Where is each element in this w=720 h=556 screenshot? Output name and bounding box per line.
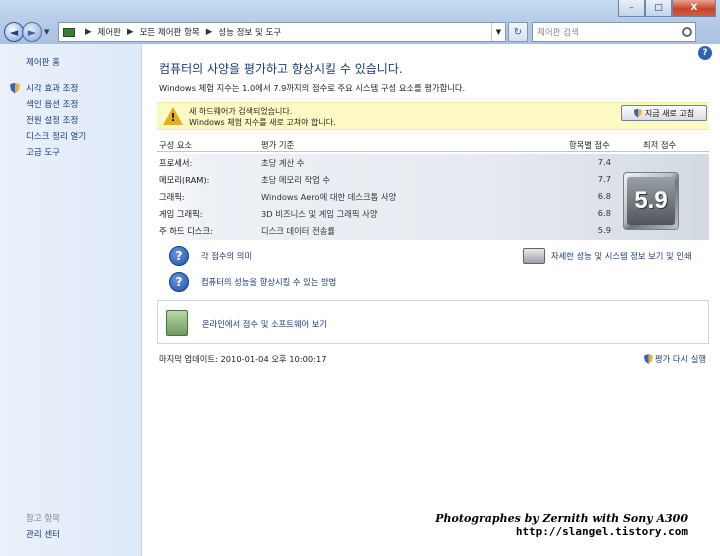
header-base-score: 최저 점수	[643, 140, 677, 150]
help-button[interactable]: ?	[698, 46, 712, 60]
uac-shield-icon	[10, 82, 20, 94]
address-bar[interactable]: ▶ 제어판 ▶ 모든 제어판 항목 ▶ 성능 정보 및 도구 ▼	[58, 22, 506, 42]
rerun-label: 평가 다시 실행	[654, 354, 706, 364]
uac-shield-icon	[633, 108, 642, 118]
subscore-value: 5.9	[597, 225, 611, 235]
help-question-icon: ?	[169, 246, 189, 266]
forward-button[interactable]: ►	[22, 22, 42, 42]
online-software-link[interactable]: 온라인에서 점수 및 소프트웨어 보기	[202, 318, 327, 330]
watermark-credit: Photographes by Zernith with Sony A300	[435, 512, 688, 525]
control-panel-icon	[63, 27, 75, 37]
improve-performance-link[interactable]: 컴퓨터의 성능을 향상시킬 수 있는 방법	[201, 276, 336, 288]
alert-message-2: Windows 체험 지수를 새로 고쳐야 합니다.	[189, 118, 336, 127]
criteria-text: Windows Aero에 대한 데스크톱 사양	[261, 192, 397, 202]
help-question-icon: ?	[169, 272, 189, 292]
forward-arrow-icon: ►	[27, 25, 37, 39]
address-dropdown-icon[interactable]: ▼	[491, 23, 505, 41]
header-criteria: 평가 기준	[261, 140, 295, 150]
photo-watermark: Photographes by Zernith with Sony A300 h…	[435, 512, 688, 538]
component-name: 그래픽:	[159, 192, 185, 202]
recent-pages-dropdown[interactable]: ▼	[44, 28, 54, 36]
back-arrow-icon: ◄	[9, 25, 19, 39]
breadcrumb-performance[interactable]: 성능 정보 및 도구	[218, 26, 281, 38]
alert-message-1: 새 하드웨어가 검색되었습니다.	[189, 107, 293, 116]
improve-performance-row[interactable]: ? 컴퓨터의 성능을 향상시킬 수 있는 방법	[169, 272, 336, 292]
criteria-text: 3D 비즈니스 및 게임 그래픽 사양	[261, 209, 378, 219]
page-description: Windows 체험 지수는 1.0에서 7.9까지의 점수로 주요 시스템 구…	[159, 83, 466, 93]
sidebar-item-power[interactable]: 전원 설정 조정	[10, 112, 86, 128]
breadcrumb-all-items[interactable]: 모든 제어판 항목	[140, 26, 200, 38]
subscore-value: 6.8	[597, 208, 611, 218]
sidebar-item-label: 디스크 정리 열기	[26, 132, 87, 142]
score-meaning-link[interactable]: 각 점수의 의미	[201, 250, 252, 262]
back-button[interactable]: ◄	[4, 22, 24, 42]
maximize-button[interactable]: □	[645, 0, 672, 17]
table-row: 프로세서: 초당 계산 수 7.4	[157, 154, 709, 171]
online-software-box[interactable]: 온라인에서 점수 및 소프트웨어 보기	[157, 300, 709, 344]
subscore-value: 6.8	[597, 191, 611, 201]
search-input[interactable]: 제어판 검색	[532, 22, 696, 42]
refresh-now-button[interactable]: 지금 새로 고침	[621, 105, 707, 121]
breadcrumb-separator[interactable]: ▶	[85, 27, 92, 37]
sidebar-item-indexing[interactable]: 색인 옵션 조정	[10, 96, 86, 112]
software-box-icon	[166, 310, 188, 336]
breadcrumb-control-panel[interactable]: 제어판	[98, 26, 121, 38]
warning-icon: !	[163, 107, 183, 125]
last-update-text: 마지막 업데이트: 2010-01-04 오후 10:00:17	[159, 354, 327, 364]
sidebar-item-visual-effects[interactable]: 시각 효과 조정	[10, 80, 86, 96]
search-icon	[682, 27, 692, 37]
control-panel-home-link[interactable]: 제어판 홈	[26, 56, 60, 68]
minimize-button[interactable]: –	[618, 0, 645, 17]
base-score-badge: 5.9	[623, 172, 679, 230]
window-controls: – □ X	[618, 0, 716, 17]
uac-shield-icon	[643, 354, 653, 364]
page-title: 컴퓨터의 사양을 평가하고 향상시킬 수 있습니다.	[159, 62, 403, 76]
criteria-text: 초당 메모리 작업 수	[261, 175, 330, 185]
sidebar-item-label: 고급 도구	[26, 148, 60, 158]
header-component: 구성 요소	[159, 140, 193, 150]
search-placeholder: 제어판 검색	[537, 28, 579, 38]
refresh-now-label: 지금 새로 고침	[644, 108, 695, 118]
score-meaning-row[interactable]: ? 각 점수의 의미	[169, 246, 252, 266]
component-name: 게임 그래픽:	[159, 209, 203, 219]
sidebar-item-advanced-tools[interactable]: 고급 도구	[10, 144, 86, 160]
refresh-button[interactable]: ↻	[508, 22, 528, 42]
sidebar-links: 시각 효과 조정 색인 옵션 조정 전원 설정 조정 디스크 정리 열기 고급 …	[10, 80, 86, 160]
subscore-value: 7.7	[597, 174, 611, 184]
breadcrumb-separator[interactable]: ▶	[127, 27, 134, 37]
navigation-bar: ◄ ► ▼ ▶ 제어판 ▶ 모든 제어판 항목 ▶ 성능 정보 및 도구 ▼ ↻…	[4, 20, 716, 44]
close-button[interactable]: X	[672, 0, 716, 17]
main-content: 컴퓨터의 사양을 평가하고 향상시킬 수 있습니다. Windows 체험 지수…	[143, 44, 720, 556]
criteria-text: 초당 계산 수	[261, 158, 305, 168]
component-name: 프로세서:	[159, 158, 193, 168]
component-name: 메모리(RAM):	[159, 175, 210, 185]
sidebar-item-label: 전원 설정 조정	[26, 116, 79, 126]
sidebar-item-disk-cleanup[interactable]: 디스크 정리 열기	[10, 128, 86, 144]
see-also-heading: 참고 항목	[26, 514, 60, 524]
refresh-icon: ↻	[513, 26, 523, 38]
base-score-value: 5.9	[627, 177, 675, 225]
rerun-assessment-link[interactable]: 평가 다시 실행	[643, 353, 706, 365]
breadcrumb-separator[interactable]: ▶	[206, 27, 213, 37]
task-sidebar: 제어판 홈 시각 효과 조정 색인 옵션 조정 전원 설정 조정 디스크 정리 …	[0, 44, 142, 556]
action-center-link[interactable]: 관리 센터	[26, 528, 60, 540]
details-print-row[interactable]: 자세한 성능 및 시스템 정보 보기 및 인쇄	[523, 248, 692, 264]
header-subscore: 항목별 점수	[569, 140, 610, 150]
criteria-text: 디스크 데이터 전송률	[261, 226, 335, 236]
watermark-url: http://slangel.tistory.com	[515, 525, 688, 538]
sidebar-item-label: 시각 효과 조정	[26, 84, 79, 94]
subscore-value: 7.4	[597, 157, 611, 167]
details-print-link[interactable]: 자세한 성능 및 시스템 정보 보기 및 인쇄	[551, 250, 692, 262]
score-table-header: 구성 요소 평가 기준 항목별 점수 최저 점수	[157, 136, 709, 152]
component-name: 주 하드 디스크:	[159, 226, 213, 236]
sidebar-item-label: 색인 옵션 조정	[26, 100, 79, 110]
printer-icon	[523, 248, 545, 264]
refresh-alert-banner: ! 새 하드웨어가 검색되었습니다. Windows 체험 지수를 새로 고쳐야…	[157, 102, 709, 130]
